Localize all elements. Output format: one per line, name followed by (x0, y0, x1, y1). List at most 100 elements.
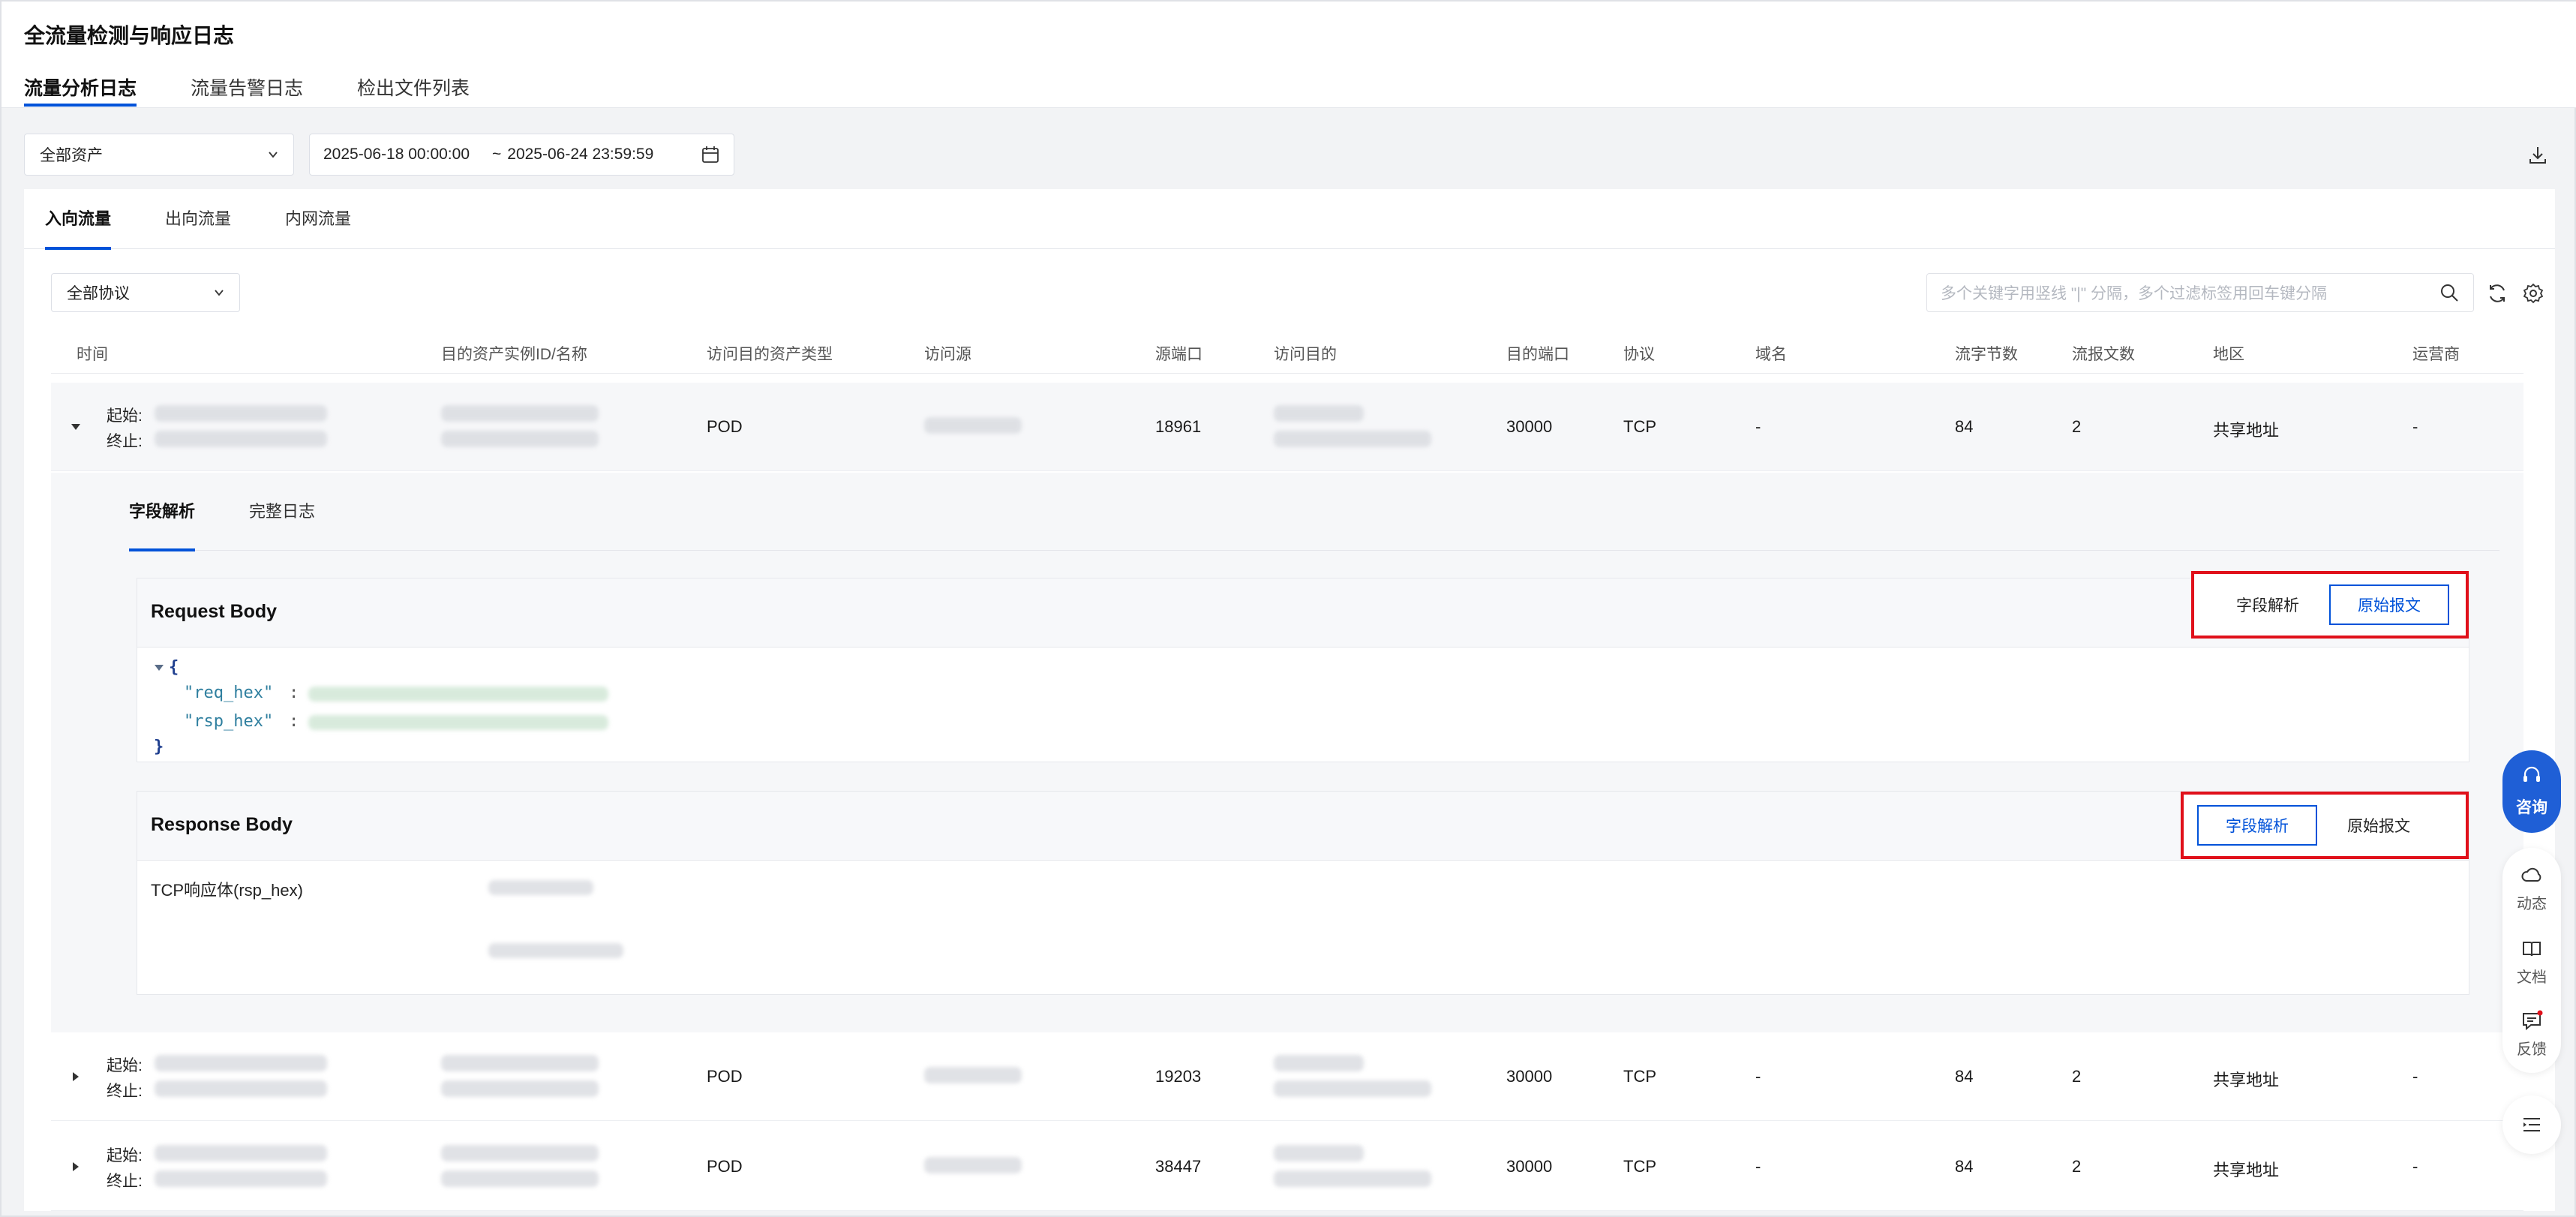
page-title: 全流量检测与响应日志 (24, 24, 235, 47)
detail-inner: 字段解析 完整日志 Request Body 字段解析 原始报文 {"req_… (96, 473, 2499, 1032)
news-label: 动态 (2517, 896, 2547, 912)
caret-right-icon[interactable] (69, 1070, 83, 1083)
col-src-port: 源端口 (1155, 346, 1202, 363)
search-placeholder: 多个关键字用竖线 "|" 分隔，多个过滤标签用回车键分隔 (1941, 285, 2328, 302)
blurred-asset-id (441, 1055, 599, 1071)
tab-field-parse[interactable]: 字段解析 (129, 473, 196, 551)
asset-type: POD (707, 1157, 743, 1176)
blurred-destination-name (1274, 1170, 1431, 1187)
bytes: 84 (1955, 1157, 1974, 1176)
blurred-rsp-value-2 (488, 943, 623, 958)
tab-flow-alert-log[interactable]: 流量告警日志 (191, 74, 303, 107)
bytes: 84 (1955, 1067, 1974, 1086)
end-label: 终止: (107, 1173, 143, 1190)
menu-button[interactable] (2502, 1095, 2561, 1154)
date-range-picker[interactable]: 2025-06-18 00:00:00 ~ 2025-06-24 23:59:5… (309, 134, 734, 176)
tab-flow-analysis-log[interactable]: 流量分析日志 (24, 74, 137, 107)
rsp-hex-field-label: TCP响应体(rsp_hex) (151, 881, 303, 900)
tab-intranet[interactable]: 内网流量 (285, 189, 351, 249)
feedback-icon (2523, 1010, 2543, 1031)
response-field-parse-button[interactable]: 字段解析 (2197, 805, 2317, 846)
request-raw-button[interactable]: 原始报文 (2329, 584, 2449, 625)
region: 共享地址 (2213, 421, 2280, 440)
consult-label: 咨询 (2516, 799, 2547, 816)
blurred-rsp-value-1 (488, 880, 593, 895)
table-header: 时间 目的资产实例ID/名称 访问目的资产类型 访问源 源端口 访问目的 目的端… (51, 329, 2523, 374)
search-icon[interactable] (2439, 282, 2460, 303)
request-field-parse-button[interactable]: 字段解析 (2208, 584, 2328, 625)
request-body-card: Request Body 字段解析 原始报文 { "req_hex" : "rs… (137, 571, 2469, 762)
col-source: 访问源 (924, 346, 971, 363)
src-port: 18961 (1155, 417, 1202, 436)
collapse-triangle-icon[interactable] (154, 663, 164, 673)
blurred-start-time (155, 405, 327, 422)
col-bytes: 流字节数 (1955, 346, 2018, 363)
protocol-select-value: 全部协议 (67, 285, 130, 302)
docs-button[interactable]: 文档 (2502, 938, 2561, 987)
gear-icon[interactable] (2522, 282, 2544, 305)
blurred-destination (1274, 1145, 1364, 1161)
response-body-card: Response Body 字段解析 原始报文 TCP响应体(rsp_hex) (137, 791, 2469, 995)
refresh-icon[interactable] (2486, 282, 2508, 305)
dst-port: 30000 (1506, 417, 1553, 436)
isp: - (2412, 1157, 2418, 1176)
protocol: TCP (1623, 1157, 1656, 1176)
asset-select[interactable]: 全部资产 (24, 134, 294, 176)
feedback-label: 反馈 (2517, 1041, 2547, 1058)
src-port: 38447 (1155, 1157, 1202, 1176)
calendar-icon[interactable] (701, 145, 720, 164)
blurred-rsp-hex (308, 715, 608, 730)
response-view-toggle: 字段解析 原始报文 (2181, 792, 2469, 859)
caret-right-icon[interactable] (69, 1160, 83, 1173)
json-key-rsp-hex: "rsp_hex" (184, 712, 274, 731)
blurred-start-time (155, 1145, 327, 1161)
json-close-brace: } (154, 738, 164, 756)
detail-tabs: 字段解析 完整日志 (129, 473, 2499, 551)
blurred-end-time (155, 431, 327, 447)
list-menu-icon (2523, 1118, 2540, 1131)
asset-select-value: 全部资产 (40, 147, 103, 164)
response-raw-button[interactable]: 原始报文 (2319, 805, 2439, 846)
date-start: 2025-06-18 00:00:00 (323, 146, 470, 163)
row-detail: 字段解析 完整日志 Request Body 字段解析 原始报文 {"req_… (51, 473, 2523, 1032)
end-label: 终止: (107, 433, 143, 450)
asset-type: POD (707, 1067, 743, 1086)
packets: 2 (2072, 417, 2082, 436)
col-asset-id: 目的资产实例ID/名称 (441, 346, 587, 363)
blurred-asset-name (441, 431, 599, 447)
json-colon: : (289, 684, 299, 702)
blurred-destination (1274, 405, 1364, 422)
json-colon: : (289, 712, 299, 731)
packets: 2 (2072, 1067, 2082, 1086)
blurred-destination-name (1274, 431, 1431, 447)
page-header: 全流量检测与响应日志 流量分析日志 流量告警日志 检出文件列表 (2, 2, 2576, 108)
request-view-toggle: 字段解析 原始报文 (2191, 571, 2469, 639)
isp: - (2412, 417, 2418, 436)
tab-outbound[interactable]: 出向流量 (165, 189, 231, 249)
col-domain: 域名 (1755, 346, 1787, 363)
col-asset-type: 访问目的资产类型 (707, 346, 833, 363)
src-port: 19203 (1155, 1067, 1202, 1086)
table-row[interactable]: 起始: 终止: POD 38447 30000 TCP - 84 2 共享地址 … (51, 1122, 2523, 1211)
packets: 2 (2072, 1157, 2082, 1176)
json-open-brace: { (169, 658, 179, 677)
flow-direction-tabs: 入向流量 出向流量 内网流量 (24, 189, 2555, 250)
region: 共享地址 (2213, 1161, 2280, 1179)
book-icon (2523, 942, 2541, 957)
asset-type: POD (707, 417, 743, 436)
caret-down-icon[interactable] (69, 420, 83, 434)
feedback-button[interactable]: 反馈 (2502, 1010, 2561, 1059)
tab-inbound[interactable]: 入向流量 (45, 189, 112, 250)
download-icon[interactable] (2526, 144, 2549, 167)
table-row[interactable]: 起始: 终止: POD 18961 30000 TCP - 84 2 共享地址 … (51, 383, 2523, 471)
consult-button[interactable]: 咨询 (2502, 750, 2561, 833)
table-row[interactable]: 起始: 终止: POD 19203 30000 TCP - 84 2 共享地址 … (51, 1032, 2523, 1121)
blurred-end-time (155, 1170, 327, 1187)
app-frame: 全流量检测与响应日志 流量分析日志 流量告警日志 检出文件列表 全部资产 202… (0, 0, 2576, 1217)
tab-detected-files[interactable]: 检出文件列表 (357, 74, 470, 107)
search-input[interactable]: 多个关键字用竖线 "|" 分隔，多个过滤标签用回车键分隔 (1926, 273, 2474, 312)
news-button[interactable]: 动态 (2502, 864, 2561, 913)
col-packets: 流报文数 (2072, 346, 2135, 363)
tab-full-log[interactable]: 完整日志 (249, 473, 315, 551)
protocol-select[interactable]: 全部协议 (51, 273, 240, 312)
